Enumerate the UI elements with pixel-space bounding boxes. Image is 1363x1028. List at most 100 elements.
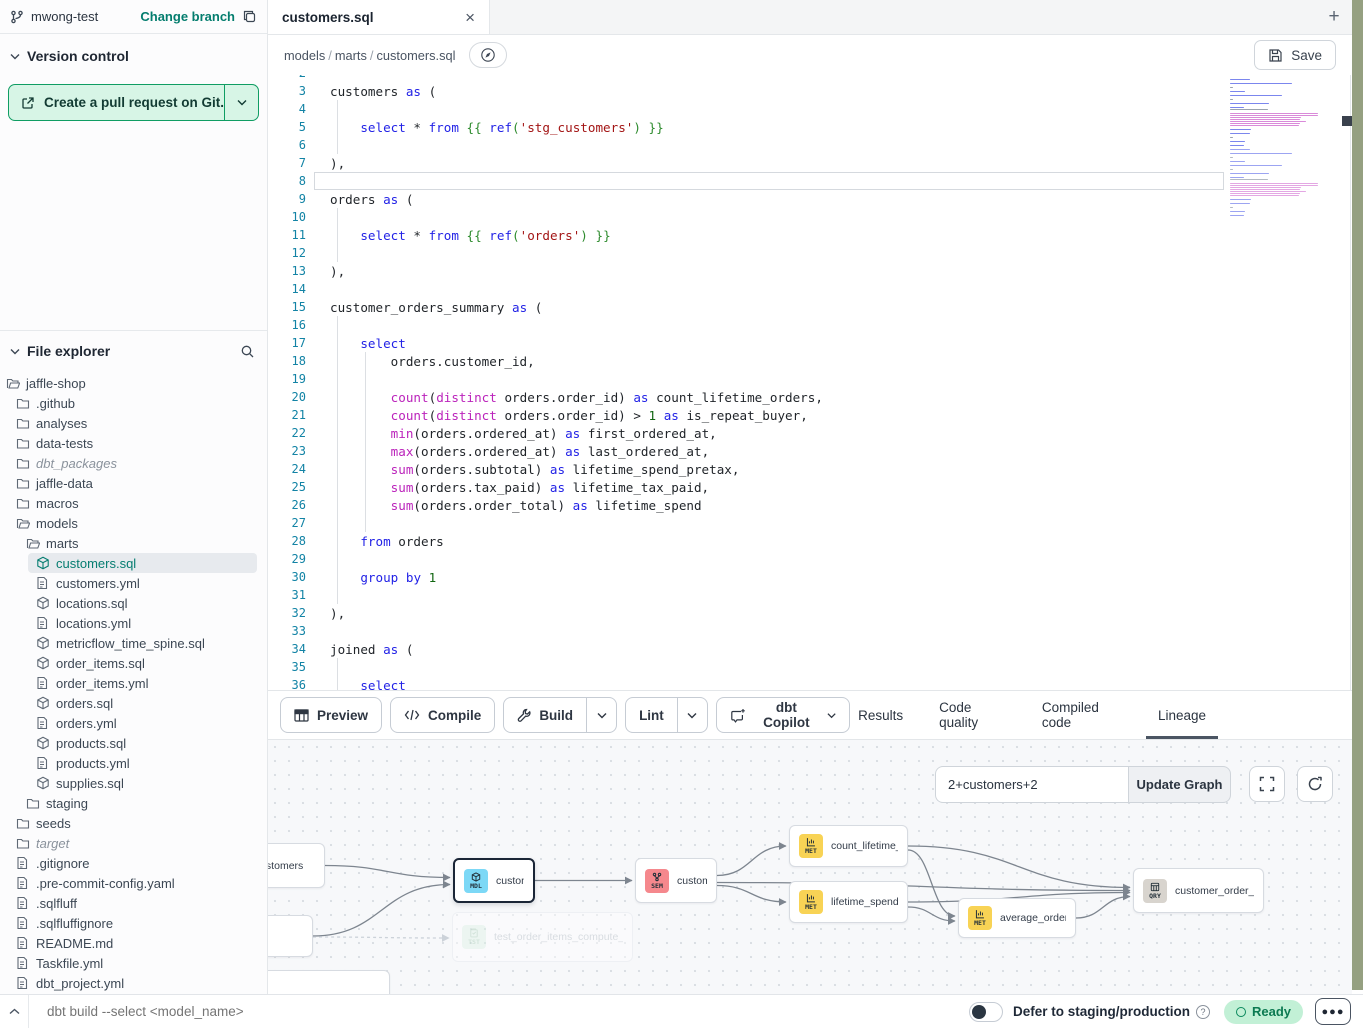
save-button[interactable]: Save — [1254, 40, 1336, 70]
code-line-13[interactable]: 13), — [268, 262, 1352, 280]
file-item-jaffle-shop[interactable]: jaffle-shop — [0, 373, 267, 393]
file-item-jaffle-data[interactable]: jaffle-data — [0, 473, 267, 493]
file-item-data-tests[interactable]: data-tests — [0, 433, 267, 453]
code-line-11[interactable]: 11 select * from {{ ref('orders') }} — [268, 226, 1352, 244]
file-item-analyses[interactable]: analyses — [0, 413, 267, 433]
code-line-9[interactable]: 9orders as ( — [268, 190, 1352, 208]
code-line-27[interactable]: 27 — [268, 514, 1352, 532]
file-item-seeds[interactable]: seeds — [0, 813, 267, 833]
code-line-29[interactable]: 29 — [268, 550, 1352, 568]
file-item-customers.sql[interactable]: customers.sql — [28, 553, 257, 573]
more-options-button[interactable]: ●●● — [1315, 998, 1351, 1025]
file-item-models[interactable]: models — [0, 513, 267, 533]
chevron-up-icon[interactable] — [0, 1008, 28, 1015]
file-item-products.sql[interactable]: products.sql — [0, 733, 267, 753]
code-line-12[interactable]: 12 — [268, 244, 1352, 262]
file-item-order_items.yml[interactable]: order_items.yml — [0, 673, 267, 693]
code-line-2[interactable]: 2 — [268, 75, 1352, 82]
file-item-marts[interactable]: marts — [0, 533, 267, 553]
code-line-31[interactable]: 31 — [268, 586, 1352, 604]
file-item-dbt_packages[interactable]: dbt_packages — [0, 453, 267, 473]
version-control-header[interactable]: Version control — [0, 34, 267, 74]
file-item-.sqlfluff[interactable]: .sqlfluff — [0, 893, 267, 913]
code-line-22[interactable]: 22 min(orders.ordered_at) as first_order… — [268, 424, 1352, 442]
file-item-orders.sql[interactable]: orders.sql — [0, 693, 267, 713]
copy-icon[interactable] — [242, 9, 257, 24]
file-item-orders.yml[interactable]: orders.yml — [0, 713, 267, 733]
code-line-17[interactable]: 17 select — [268, 334, 1352, 352]
code-line-8[interactable]: 8 — [268, 172, 1352, 190]
code-line-26[interactable]: 26 sum(orders.order_total) as lifetime_s… — [268, 496, 1352, 514]
lineage-node-test_ghost[interactable]: TSTtest_order_items_compute_to_bools... — [452, 912, 633, 962]
editor-scrollbar-thumb[interactable] — [1342, 116, 1352, 126]
file-item-locations.sql[interactable]: locations.sql — [0, 593, 267, 613]
fullscreen-icon[interactable] — [1249, 766, 1285, 802]
lineage-node-lifetime_spend_pretax[interactable]: METlifetime_spend_pretax — [789, 881, 908, 923]
code-line-3[interactable]: 3customers as ( — [268, 82, 1352, 100]
tab-lineage[interactable]: Lineage — [1158, 691, 1206, 739]
code-line-34[interactable]: 34joined as ( — [268, 640, 1352, 658]
file-item-README.md[interactable]: README.md — [0, 933, 267, 953]
code-line-6[interactable]: 6 — [268, 136, 1352, 154]
code-line-33[interactable]: 33 — [268, 622, 1352, 640]
file-item-supplies.sql[interactable]: supplies.sql — [0, 773, 267, 793]
lineage-node-customers_mdl[interactable]: MDLcustomers — [453, 858, 535, 903]
file-explorer-header[interactable]: File explorer — [0, 331, 267, 367]
file-item-macros[interactable]: macros — [0, 493, 267, 513]
file-item-.pre-commit-config.yaml[interactable]: .pre-commit-config.yaml — [0, 873, 267, 893]
file-item-target[interactable]: target — [0, 833, 267, 853]
tab-results[interactable]: Results — [858, 691, 903, 739]
dbt-copilot-button[interactable]: dbt Copilot — [716, 697, 850, 733]
code-line-19[interactable]: 19 — [268, 370, 1352, 388]
preview-button[interactable]: Preview — [280, 697, 382, 733]
code-editor[interactable]: 23customers as (45 select * from {{ ref(… — [268, 75, 1352, 690]
file-item-customers.yml[interactable]: customers.yml — [0, 573, 267, 593]
file-item-order_items.sql[interactable]: order_items.sql — [0, 653, 267, 673]
code-line-7[interactable]: 7), — [268, 154, 1352, 172]
lint-button[interactable]: Lint — [625, 697, 708, 733]
search-icon[interactable] — [240, 344, 255, 359]
create-pr-button[interactable]: Create a pull request on Git... — [8, 84, 259, 121]
breadcrumb-models[interactable]: models — [284, 48, 325, 63]
close-icon[interactable]: × — [465, 9, 475, 26]
code-line-14[interactable]: 14 — [268, 280, 1352, 298]
change-branch-link[interactable]: Change branch — [140, 9, 235, 24]
file-item-.gitignore[interactable]: .gitignore — [0, 853, 267, 873]
file-item-.github[interactable]: .github — [0, 393, 267, 413]
code-lines[interactable]: 23customers as (45 select * from {{ ref(… — [268, 75, 1352, 690]
file-item-dbt_project.yml[interactable]: dbt_project.yml — [0, 973, 267, 993]
tab-code-quality[interactable]: Code quality — [939, 691, 1006, 739]
minimap[interactable] — [1230, 77, 1322, 217]
code-line-30[interactable]: 30 group by 1 — [268, 568, 1352, 586]
file-item-locations.yml[interactable]: locations.yml — [0, 613, 267, 633]
code-line-21[interactable]: 21 count(distinct orders.order_id) > 1 a… — [268, 406, 1352, 424]
refresh-icon[interactable] — [1297, 766, 1333, 802]
code-line-20[interactable]: 20 count(distinct orders.order_id) as co… — [268, 388, 1352, 406]
lineage-panel[interactable]: Update Graph stg_customersordersMDLcusto… — [268, 740, 1352, 994]
lineage-selector-input[interactable] — [935, 766, 1128, 803]
tab-customers-sql[interactable]: customers.sql × — [268, 0, 490, 34]
tab-compiled-code[interactable]: Compiled code — [1042, 691, 1122, 739]
file-item-.sqlfluffignore[interactable]: .sqlfluffignore — [0, 913, 267, 933]
compass-icon[interactable] — [469, 42, 507, 68]
code-line-25[interactable]: 25 sum(orders.tax_paid) as lifetime_tax_… — [268, 478, 1352, 496]
build-button[interactable]: Build — [503, 697, 617, 733]
code-line-10[interactable]: 10 — [268, 208, 1352, 226]
code-line-36[interactable]: 36 select — [268, 676, 1352, 690]
lineage-node-orders[interactable]: orders — [268, 915, 313, 957]
lineage-node-customers_sem[interactable]: SEMcustomers — [635, 858, 717, 903]
breadcrumb-marts[interactable]: marts — [335, 48, 367, 63]
code-line-35[interactable]: 35 — [268, 658, 1352, 676]
code-line-5[interactable]: 5 select * from {{ ref('stg_customers') … — [268, 118, 1352, 136]
code-line-15[interactable]: 15customer_orders_summary as ( — [268, 298, 1352, 316]
breadcrumb-customers.sql[interactable]: customers.sql — [377, 48, 456, 63]
create-pr-dropdown[interactable] — [225, 85, 258, 120]
code-line-28[interactable]: 28 from orders — [268, 532, 1352, 550]
code-line-32[interactable]: 32), — [268, 604, 1352, 622]
compile-button[interactable]: Compile — [390, 697, 495, 733]
defer-toggle[interactable] — [969, 1002, 1003, 1022]
code-line-24[interactable]: 24 sum(orders.subtotal) as lifetime_spen… — [268, 460, 1352, 478]
code-line-16[interactable]: 16 — [268, 316, 1352, 334]
code-line-18[interactable]: 18 orders.customer_id, — [268, 352, 1352, 370]
code-line-23[interactable]: 23 max(orders.ordered_at) as last_ordere… — [268, 442, 1352, 460]
